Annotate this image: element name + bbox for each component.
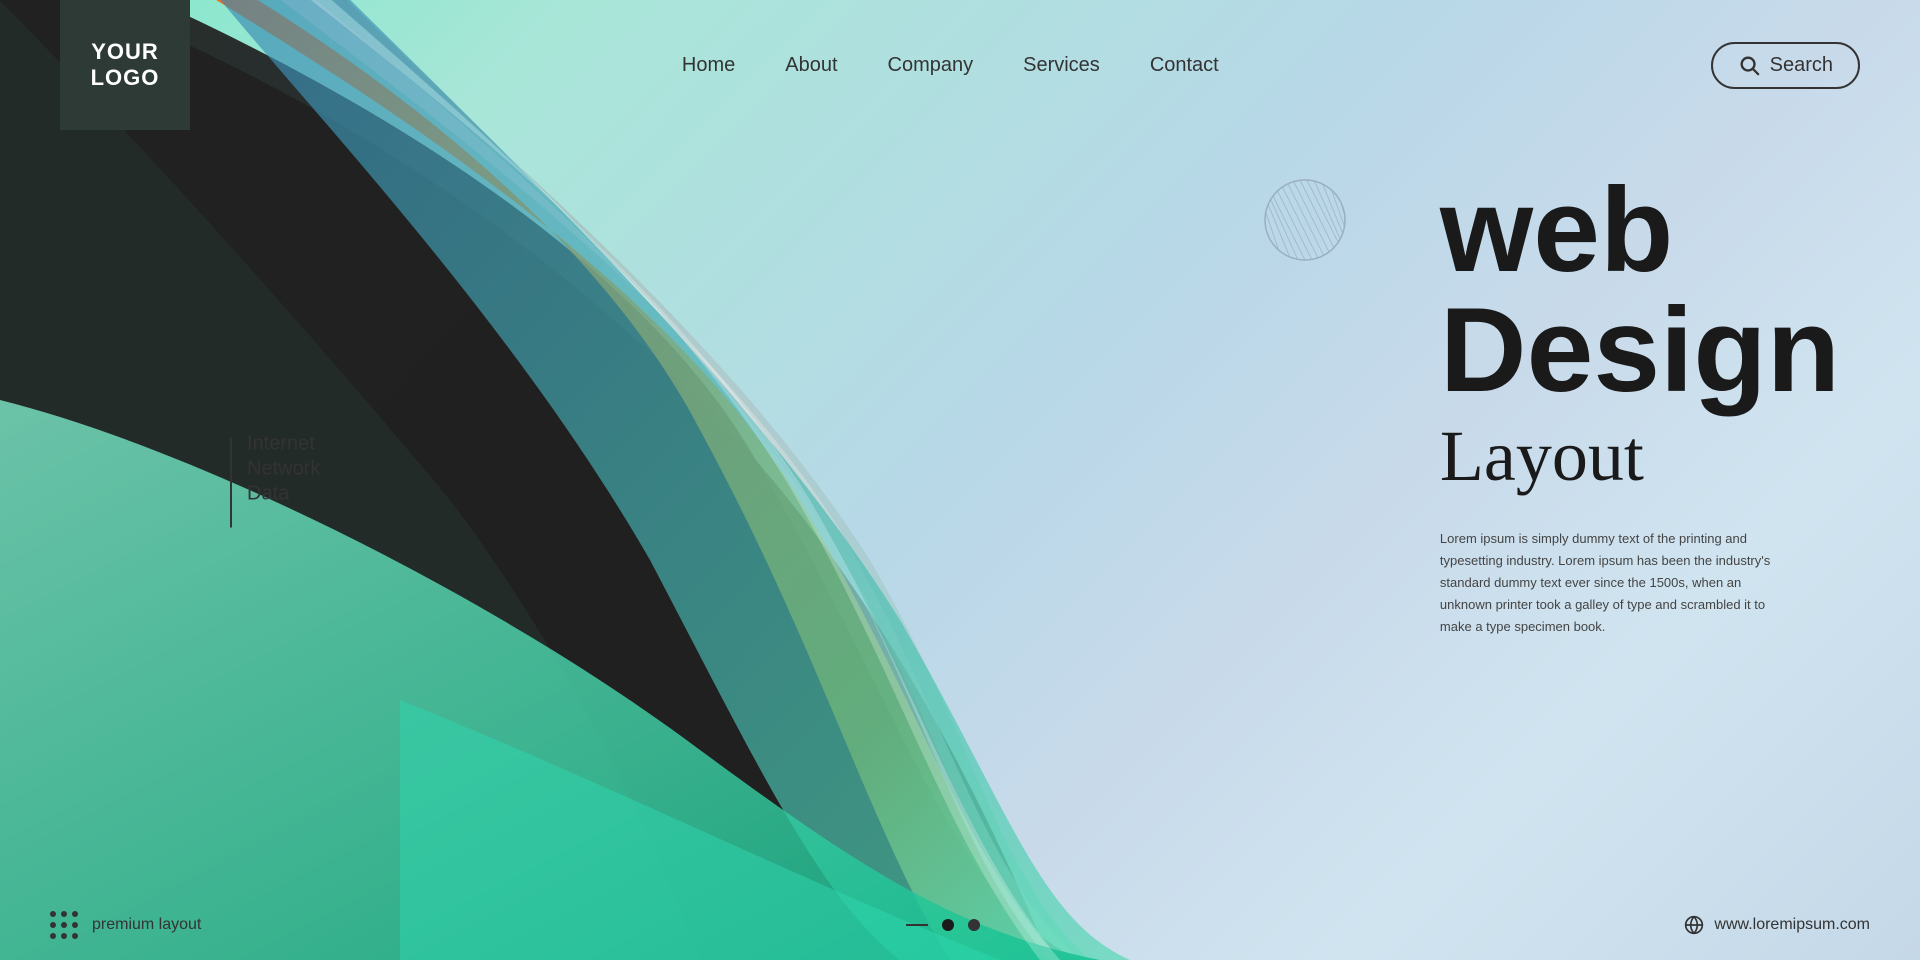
website-url: www.loremipsum.com: [1684, 915, 1870, 935]
search-bar[interactable]: Search: [1711, 42, 1860, 89]
dot-8: [61, 933, 67, 939]
nav-link-services[interactable]: Services: [1023, 54, 1100, 76]
hero-title-web: web: [1440, 170, 1840, 290]
sidebar-word-0: Internet: [247, 433, 320, 456]
grid-dots-icon: [50, 911, 78, 939]
sidebar-words: Internet Network Data: [247, 433, 320, 506]
pagination-dot-active[interactable]: [942, 919, 954, 931]
nav-link-home[interactable]: Home: [682, 54, 735, 76]
website-text: www.loremipsum.com: [1714, 916, 1870, 934]
sidebar-divider: [230, 438, 232, 528]
search-icon: [1738, 54, 1760, 76]
premium-layout: premium layout: [50, 911, 201, 939]
logo[interactable]: YOUR LOGO: [60, 0, 190, 130]
nav-item-services[interactable]: Services: [1023, 54, 1100, 77]
nav-link-about[interactable]: About: [785, 54, 837, 76]
dot-4: [50, 922, 56, 928]
pagination-dash: [906, 924, 928, 926]
sidebar-text-block: Internet Network Data: [230, 433, 320, 528]
nav-item-contact[interactable]: Contact: [1150, 54, 1219, 77]
globe-icon: [1684, 915, 1704, 935]
dot-5: [61, 922, 67, 928]
sidebar-word-1: Network: [247, 458, 320, 481]
pagination[interactable]: [906, 919, 980, 931]
premium-label: premium layout: [92, 916, 201, 934]
nav-link-company[interactable]: Company: [888, 54, 974, 76]
hero-title-design: Design: [1440, 290, 1840, 410]
footer: premium layout www.loremipsum.com: [0, 890, 1920, 960]
sidebar-word-2: Data: [247, 483, 320, 506]
nav-links: Home About Company Services Contact: [682, 54, 1219, 77]
dot-9: [72, 933, 78, 939]
nav-item-about[interactable]: About: [785, 54, 837, 77]
hero-content: web Design Layout Lorem ipsum is simply …: [1440, 170, 1840, 638]
pagination-dot-2[interactable]: [968, 919, 980, 931]
nav-item-company[interactable]: Company: [888, 54, 974, 77]
dot-2: [61, 911, 67, 917]
dot-3: [72, 911, 78, 917]
dot-6: [72, 922, 78, 928]
logo-text: YOUR LOGO: [91, 39, 160, 92]
nav-item-home[interactable]: Home: [682, 54, 735, 77]
search-label: Search: [1770, 54, 1833, 77]
navbar: YOUR LOGO Home About Company Services Co…: [0, 0, 1920, 130]
hero-title-layout: Layout: [1440, 415, 1840, 498]
dot-1: [50, 911, 56, 917]
hero-description: Lorem ipsum is simply dummy text of the …: [1440, 528, 1780, 638]
decorative-circle: [1260, 175, 1350, 265]
nav-link-contact[interactable]: Contact: [1150, 54, 1219, 76]
dot-7: [50, 933, 56, 939]
